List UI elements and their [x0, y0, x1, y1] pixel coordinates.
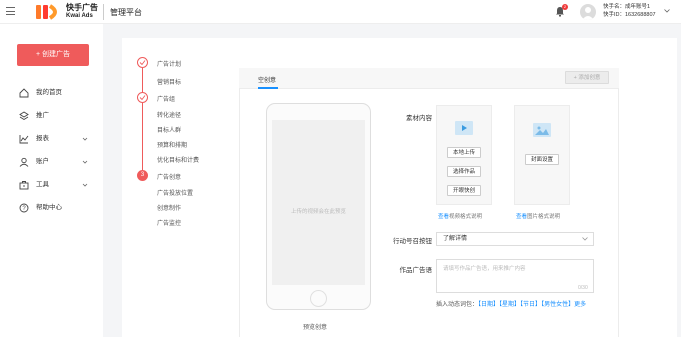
cover-settings-button[interactable]: 封面设置 — [525, 154, 559, 165]
phone-preview-screen — [272, 120, 365, 285]
layers-icon — [19, 111, 29, 121]
step-title[interactable]: 广告组 — [157, 94, 175, 103]
tab-empty-creative[interactable]: 空创意 — [258, 75, 276, 84]
caption-textarea[interactable]: 请填写作品广告语，用来推广内容 — [436, 259, 594, 293]
account-name: 快手名：成年账号1 — [603, 4, 651, 10]
sidebar-item-label: 账户 — [36, 158, 49, 165]
sidebar-item-home[interactable]: 我的首页 — [19, 87, 99, 99]
help-link-rest: 图片格式说明 — [527, 214, 561, 220]
sidebar-item-help[interactable]: ? 帮助中心 — [19, 202, 99, 214]
phone-home-button — [310, 290, 327, 307]
toolbox-icon — [19, 181, 29, 190]
char-count: 0/30 — [578, 285, 588, 291]
create-ad-button[interactable]: + 创建广告 — [17, 44, 89, 66]
sidebar-item-account[interactable]: 账户 — [19, 156, 99, 168]
caption-label: 作品广告语 — [399, 267, 433, 274]
preview-label: 预览创意 — [303, 325, 328, 331]
step-sub-item[interactable]: 转化途径 — [157, 110, 181, 119]
help-link-text: 查看 — [438, 214, 450, 220]
chevron-down-icon — [82, 137, 88, 141]
user-icon — [19, 157, 29, 167]
step-title[interactable]: 广告创意 — [157, 172, 181, 181]
step-sub-item[interactable]: 优化目标和计费 — [157, 155, 199, 164]
insert-tag-date[interactable]: 【日期】 — [478, 302, 499, 308]
notification-badge: 2 — [562, 4, 568, 10]
step-sub-item[interactable]: 广告监控 — [157, 218, 181, 227]
image-format-help-link[interactable]: 查看图片格式说明 — [516, 212, 560, 220]
material-label: 素材内容 — [406, 115, 432, 122]
step-sub-item[interactable]: 广告投放位置 — [157, 188, 193, 197]
sidebar-item-label: 工具 — [36, 181, 49, 188]
video-play-icon — [455, 121, 473, 135]
logo-en: Kwai Ads — [66, 13, 93, 19]
chevron-down-icon — [82, 183, 88, 187]
chart-icon — [19, 135, 29, 144]
step-connector — [142, 68, 143, 95]
insert-prefix: 插入动态词包： — [436, 302, 479, 308]
help-icon: ? — [19, 203, 29, 213]
sidebar-item-label: 帮助中心 — [36, 204, 62, 211]
step-connector — [142, 103, 143, 171]
step-title[interactable]: 广告计划 — [157, 59, 181, 68]
insert-tag-weekday[interactable]: 【星期】 — [499, 302, 520, 308]
help-link-rest: 视频格式说明 — [449, 214, 483, 220]
action-button-select[interactable]: 了解详情 — [436, 232, 594, 246]
step-active-number: 3 — [137, 170, 148, 181]
sidebar-item-tools[interactable]: 工具 — [19, 179, 99, 191]
menu-icon[interactable] — [6, 7, 15, 15]
tab-underline — [258, 87, 278, 89]
step-done-icon — [137, 92, 148, 103]
insert-tag-gender[interactable]: 【男性女性】 — [541, 302, 574, 308]
sidebar-item-label: 报表 — [36, 135, 49, 142]
home-icon — [19, 88, 29, 98]
chevron-down-icon — [582, 237, 588, 241]
logo-divider — [103, 4, 104, 20]
sidebar-item-promotion[interactable]: 推广 — [19, 110, 99, 122]
insert-tag-holiday[interactable]: 【节日】 — [520, 302, 541, 308]
logo-cn: 快手广告 — [66, 3, 98, 12]
sidebar-item-reports[interactable]: 报表 — [19, 133, 99, 145]
account-info[interactable]: 快手名：成年账号1 快手ID：1632688807 — [603, 3, 656, 19]
chevron-down-icon[interactable] — [664, 9, 670, 13]
insert-tag-more[interactable]: 更多 — [574, 302, 586, 308]
dynamic-word-insert: 插入动态词包：【日期】【星期】【节日】【男性女性】更多 — [436, 300, 601, 310]
action-button-label: 行动号召按钮 — [393, 238, 432, 245]
kaiyan-create-button[interactable]: 开眼快创 — [447, 185, 481, 196]
phone-preview-placeholder: 上传的视频会在此预览 — [290, 209, 346, 215]
chevron-down-icon — [82, 160, 88, 164]
step-done-icon — [137, 57, 148, 68]
kuaishou-logo-icon — [36, 4, 57, 20]
step-sub-item[interactable]: 目标人群 — [157, 125, 181, 134]
platform-title: 管理平台 — [110, 8, 142, 17]
local-upload-button[interactable]: 本地上传 — [447, 147, 481, 158]
step-sub-item[interactable]: 营销目标 — [157, 77, 181, 86]
select-work-button[interactable]: 选择作品 — [447, 166, 481, 177]
avatar[interactable] — [580, 4, 596, 20]
help-link-text: 查看 — [516, 214, 528, 220]
step-sub-item[interactable]: 创意制作 — [157, 203, 181, 212]
video-format-help-link[interactable]: 查看视频格式说明 — [438, 212, 482, 220]
sidebar-item-label: 推广 — [36, 112, 49, 119]
logo-text: 快手广告 Kwai Ads — [66, 3, 98, 21]
add-creative-button[interactable]: + 添加创意 — [565, 71, 609, 84]
sidebar-item-label: 我的首页 — [36, 89, 62, 96]
image-icon — [533, 123, 551, 137]
account-id: 快手ID：1632688807 — [603, 12, 656, 18]
creative-tab-bar — [239, 68, 619, 89]
step-sub-item[interactable]: 预算和排期 — [157, 140, 187, 149]
